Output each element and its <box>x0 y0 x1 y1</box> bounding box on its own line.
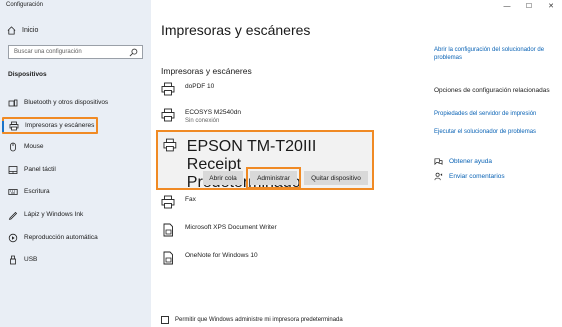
sidebar-item-touchpad[interactable]: Panel táctil <box>3 161 148 178</box>
troubleshooter-settings-link[interactable]: Abrir la configuración del solucionador … <box>434 46 560 62</box>
bluetooth-icon <box>8 98 18 108</box>
window-controls: — ☐ ✕ <box>496 0 562 12</box>
printer-item[interactable]: OneNote for Windows 10 <box>161 251 371 265</box>
send-feedback-label: Enviar comentarios <box>449 173 505 180</box>
sidebar-item-label: USB <box>24 256 38 263</box>
printer-item[interactable]: doPDF 10 <box>161 82 371 96</box>
default-printer-checkbox[interactable] <box>161 316 169 324</box>
manage-button[interactable]: Administrar <box>250 171 297 185</box>
default-printer-checkbox-label: Permitir que Windows administre mi impre… <box>175 317 343 323</box>
sidebar-item-label: Impresoras y escáneres <box>25 122 95 129</box>
get-help-link[interactable]: Obtener ayuda <box>434 157 492 166</box>
sidebar-item-typing[interactable]: Escritura <box>3 183 148 200</box>
sidebar-item-autoplay[interactable]: Reproducción automática <box>3 229 148 246</box>
sidebar-item-label: Lápiz y Windows Ink <box>24 211 84 218</box>
touchpad-icon <box>8 165 18 175</box>
printer-item[interactable]: Fax <box>161 195 371 209</box>
printer-item[interactable]: Microsoft XPS Document Writer <box>161 223 371 237</box>
usb-icon <box>8 255 18 265</box>
printer-icon <box>161 82 175 96</box>
selected-printer-panel[interactable]: EPSON TM-T20III Receipt Predeterminado A… <box>156 130 374 191</box>
home-label: Inicio <box>22 26 39 34</box>
printer-status: Sin conexión <box>185 118 220 124</box>
printer-name: doPDF 10 <box>185 83 215 90</box>
printer-item[interactable]: ECOSYS M2540dn Sin conexión <box>161 108 371 126</box>
maximize-button[interactable]: ☐ <box>518 0 540 12</box>
sidebar-item-bluetooth[interactable]: Bluetooth y otros dispositivos <box>3 94 148 111</box>
app-title: Configuración <box>6 2 44 8</box>
default-printer-option[interactable]: Permitir que Windows administre mi impre… <box>161 316 343 324</box>
sidebar-item-mouse[interactable]: Mouse <box>3 138 148 155</box>
print-server-properties-link[interactable]: Propiedades del servidor de impresión <box>434 110 560 118</box>
printer-name: OneNote for Windows 10 <box>185 252 258 259</box>
feedback-icon <box>434 172 443 181</box>
related-settings-heading: Opciones de configuración relacionadas <box>434 87 550 94</box>
home-icon <box>6 25 16 35</box>
document-printer-icon <box>163 251 173 265</box>
sidebar-item-label: Escritura <box>24 188 50 195</box>
main-panel: — ☐ ✕ Impresoras y escáneres Impresoras … <box>151 0 562 327</box>
autoplay-icon <box>8 233 18 243</box>
home-link[interactable]: Inicio <box>6 25 38 35</box>
close-button[interactable]: ✕ <box>540 0 562 12</box>
sidebar-item-label: Reproducción automática <box>24 234 98 241</box>
pen-icon <box>8 210 18 220</box>
document-printer-icon <box>163 223 173 237</box>
printer-icon <box>161 108 175 122</box>
printer-name: Fax <box>185 196 196 203</box>
printer-icon <box>163 138 177 152</box>
help-icon <box>434 158 443 166</box>
run-troubleshooter-link[interactable]: Ejecutar el solucionador de problemas <box>434 128 560 136</box>
send-feedback-link[interactable]: Enviar comentarios <box>434 172 505 181</box>
minimize-button[interactable]: — <box>496 0 518 12</box>
mouse-icon <box>8 142 18 152</box>
section-label: Dispositivos <box>8 71 47 78</box>
sidebar: Configuración Inicio Buscar una configur… <box>0 0 151 327</box>
get-help-label: Obtener ayuda <box>449 158 493 165</box>
printer-name: ECOSYS M2540dn <box>185 109 242 116</box>
sidebar-item-label: Bluetooth y otros dispositivos <box>24 99 109 106</box>
sidebar-item-label: Panel táctil <box>24 166 56 173</box>
printer-name: Microsoft XPS Document Writer <box>185 224 277 231</box>
sidebar-item-label: Mouse <box>24 143 44 150</box>
search-placeholder: Buscar una configuración <box>14 49 82 55</box>
sidebar-item-pen[interactable]: Lápiz y Windows Ink <box>3 206 148 223</box>
open-queue-button[interactable]: Abrir cola <box>203 171 243 185</box>
sidebar-item-usb[interactable]: USB <box>3 251 148 268</box>
keyboard-icon <box>8 187 18 197</box>
search-input[interactable]: Buscar una configuración <box>8 45 143 59</box>
printer-icon <box>161 195 175 209</box>
sidebar-item-printers[interactable]: Impresoras y escáneres <box>2 117 98 134</box>
search-icon[interactable] <box>129 48 138 57</box>
printer-icon <box>9 121 19 131</box>
page-title: Impresoras y escáneres <box>161 22 311 38</box>
section-title: Impresoras y escáneres <box>161 66 252 76</box>
remove-device-button[interactable]: Quitar dispositivo <box>304 171 368 185</box>
